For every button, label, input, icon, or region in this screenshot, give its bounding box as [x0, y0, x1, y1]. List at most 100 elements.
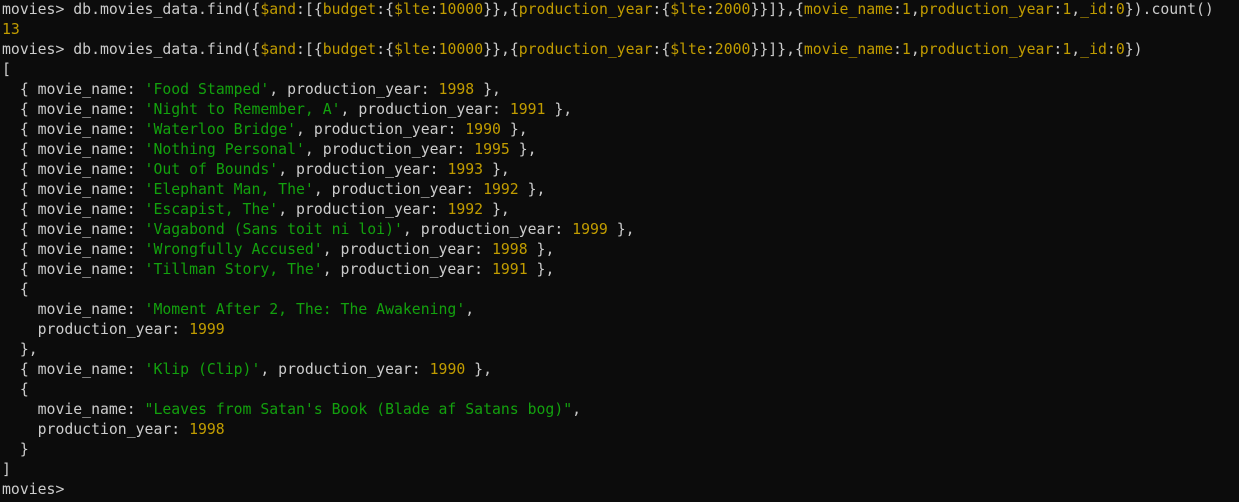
terminal-text-segment: [ — [2, 61, 11, 78]
terminal-text-segment: 'Moment After 2, The: The Awakening' — [144, 301, 466, 318]
terminal-text-segment: { movie_name: — [2, 361, 145, 378]
output-line: { — [0, 280, 1239, 300]
output-line: { — [0, 380, 1239, 400]
terminal-text-segment: }, — [465, 361, 492, 378]
terminal-text-segment: , production_year: — [278, 161, 448, 178]
terminal-window[interactable]: movies> db.movies_data.find({$and:[{budg… — [0, 0, 1239, 502]
terminal-text-segment: _id — [1080, 41, 1107, 58]
terminal-text-segment: { movie_name: — [2, 221, 145, 238]
terminal-text-segment: , production_year: — [269, 81, 439, 98]
terminal-text-segment: 'Nothing Personal' — [144, 141, 305, 158]
terminal-text-segment: production_year — [919, 1, 1054, 18]
terminal-text-segment: 1 — [1062, 1, 1072, 18]
terminal-text-segment: : — [892, 1, 902, 18]
terminal-text-segment: production_year — [518, 1, 653, 18]
terminal-text-segment: production_year: — [2, 421, 190, 438]
output-line: 13 — [0, 20, 1239, 40]
terminal-text-segment: }) — [1124, 41, 1143, 58]
terminal-text-segment: }, — [607, 221, 635, 238]
terminal-text-segment: { movie_name: — [2, 141, 145, 158]
terminal-text-segment: : — [705, 41, 715, 58]
terminal-text-segment: 1 — [1062, 41, 1072, 58]
terminal-text-segment: movie_name — [803, 41, 893, 58]
terminal-text-segment: _id — [1080, 1, 1107, 18]
terminal-text-segment: 1 — [901, 1, 911, 18]
terminal-text-segment: { movie_name: — [2, 161, 145, 178]
output-line: }, — [0, 340, 1239, 360]
terminal-text-segment: :[{ — [296, 41, 323, 58]
terminal-text-segment: movie_name — [803, 1, 893, 18]
terminal-text-segment: 1995 — [474, 141, 510, 158]
terminal-text-segment: }}]},{ — [750, 1, 804, 18]
terminal-text-segment: budget — [322, 41, 377, 58]
terminal-text-segment: 13 — [2, 21, 20, 38]
terminal-text-segment: }, — [500, 121, 528, 138]
terminal-text-segment: 1999 — [189, 321, 225, 338]
output-line: { movie_name: 'Elephant Man, The', produ… — [0, 180, 1239, 200]
terminal-text-segment: :{ — [652, 1, 671, 18]
terminal-text-segment: }, — [474, 81, 501, 98]
prompt-line[interactable]: movies> — [0, 480, 1239, 500]
terminal-text-segment: }, — [527, 261, 555, 278]
output-line: { movie_name: 'Nothing Personal', produc… — [0, 140, 1239, 160]
terminal-text-segment: { — [2, 281, 29, 298]
terminal-text-segment: 'Klip (Clip)' — [144, 361, 261, 378]
terminal-text-segment: 'Waterloo Bridge' — [144, 121, 296, 138]
terminal-text-segment: , production_year: — [322, 261, 492, 278]
output-line: production_year: 1998 — [0, 420, 1239, 440]
terminal-text-segment: , production_year: — [278, 201, 448, 218]
output-line: movie_name: "Leaves from Satan's Book (B… — [0, 400, 1239, 420]
terminal-text-segment: movies> — [2, 481, 65, 498]
terminal-text-segment: production_year: — [2, 321, 190, 338]
terminal-text-segment: , production_year: — [402, 221, 573, 238]
terminal-text-segment: { movie_name: — [2, 241, 145, 258]
terminal-text-segment: 'Wrongfully Accused' — [144, 241, 323, 258]
terminal-text-segment: { — [2, 381, 29, 398]
terminal-text-segment: }).count() — [1124, 1, 1214, 18]
terminal-text-segment: :{ — [376, 41, 395, 58]
terminal-text-segment: 1999 — [572, 221, 608, 238]
terminal-text-segment: , — [910, 41, 920, 58]
terminal-text-segment: movies> db.movies_data.find({ — [2, 1, 261, 18]
terminal-text-segment: : — [429, 1, 439, 18]
terminal-text-segment: 'Tillman Story, The' — [144, 261, 323, 278]
terminal-text-segment: 'Escapist, The' — [144, 201, 279, 218]
terminal-text-segment: movies> db.movies_data.find({ — [2, 41, 261, 58]
terminal-text-segment: :{ — [376, 1, 395, 18]
terminal-text-segment: :{ — [652, 41, 671, 58]
terminal-text-segment: : — [892, 41, 902, 58]
terminal-text-segment: } — [2, 441, 29, 458]
terminal-text-segment: 'Vagabond (Sans toit ni loi)' — [144, 221, 403, 238]
terminal-text-segment: $lte — [394, 41, 430, 58]
terminal-text-segment: budget — [322, 1, 377, 18]
terminal-text-segment: , production_year: — [304, 141, 475, 158]
terminal-text-segment: 2000 — [714, 41, 751, 58]
terminal-text-segment: 10000 — [438, 41, 484, 58]
terminal-text-segment: ] — [2, 461, 11, 478]
terminal-text-segment: 1998 — [491, 241, 528, 258]
terminal-text-segment: 'Out of Bounds' — [144, 161, 279, 178]
terminal-text-segment: movie_name: — [2, 301, 145, 318]
terminal-text-segment: 1998 — [438, 81, 475, 98]
terminal-text-segment: : — [1106, 41, 1116, 58]
terminal-text-segment: }},{ — [483, 1, 519, 18]
output-line: { movie_name: 'Out of Bounds', productio… — [0, 160, 1239, 180]
terminal-text-segment: }}]},{ — [750, 41, 804, 58]
output-line: { movie_name: 'Waterloo Bridge', product… — [0, 120, 1239, 140]
output-line: { movie_name: 'Vagabond (Sans toit ni lo… — [0, 220, 1239, 240]
terminal-text-segment: production_year — [518, 41, 653, 58]
prompt-line: movies> db.movies_data.find({$and:[{budg… — [0, 0, 1239, 20]
terminal-text-segment: 1 — [901, 41, 911, 58]
terminal-text-segment: { movie_name: — [2, 181, 145, 198]
terminal-text-segment: }, — [545, 101, 573, 118]
terminal-text-segment: , production_year: — [313, 181, 484, 198]
prompt-line: movies> db.movies_data.find({$and:[{budg… — [0, 40, 1239, 60]
terminal-text-segment: 2000 — [714, 1, 751, 18]
terminal-text-segment: 0 — [1115, 1, 1125, 18]
terminal-text-segment: , — [1071, 1, 1081, 18]
terminal-text-segment: $lte — [670, 1, 706, 18]
terminal-text-segment: $and — [260, 1, 296, 18]
output-line: { movie_name: 'Escapist, The', productio… — [0, 200, 1239, 220]
terminal-text-segment: }},{ — [483, 41, 519, 58]
terminal-text-segment: $lte — [670, 41, 706, 58]
